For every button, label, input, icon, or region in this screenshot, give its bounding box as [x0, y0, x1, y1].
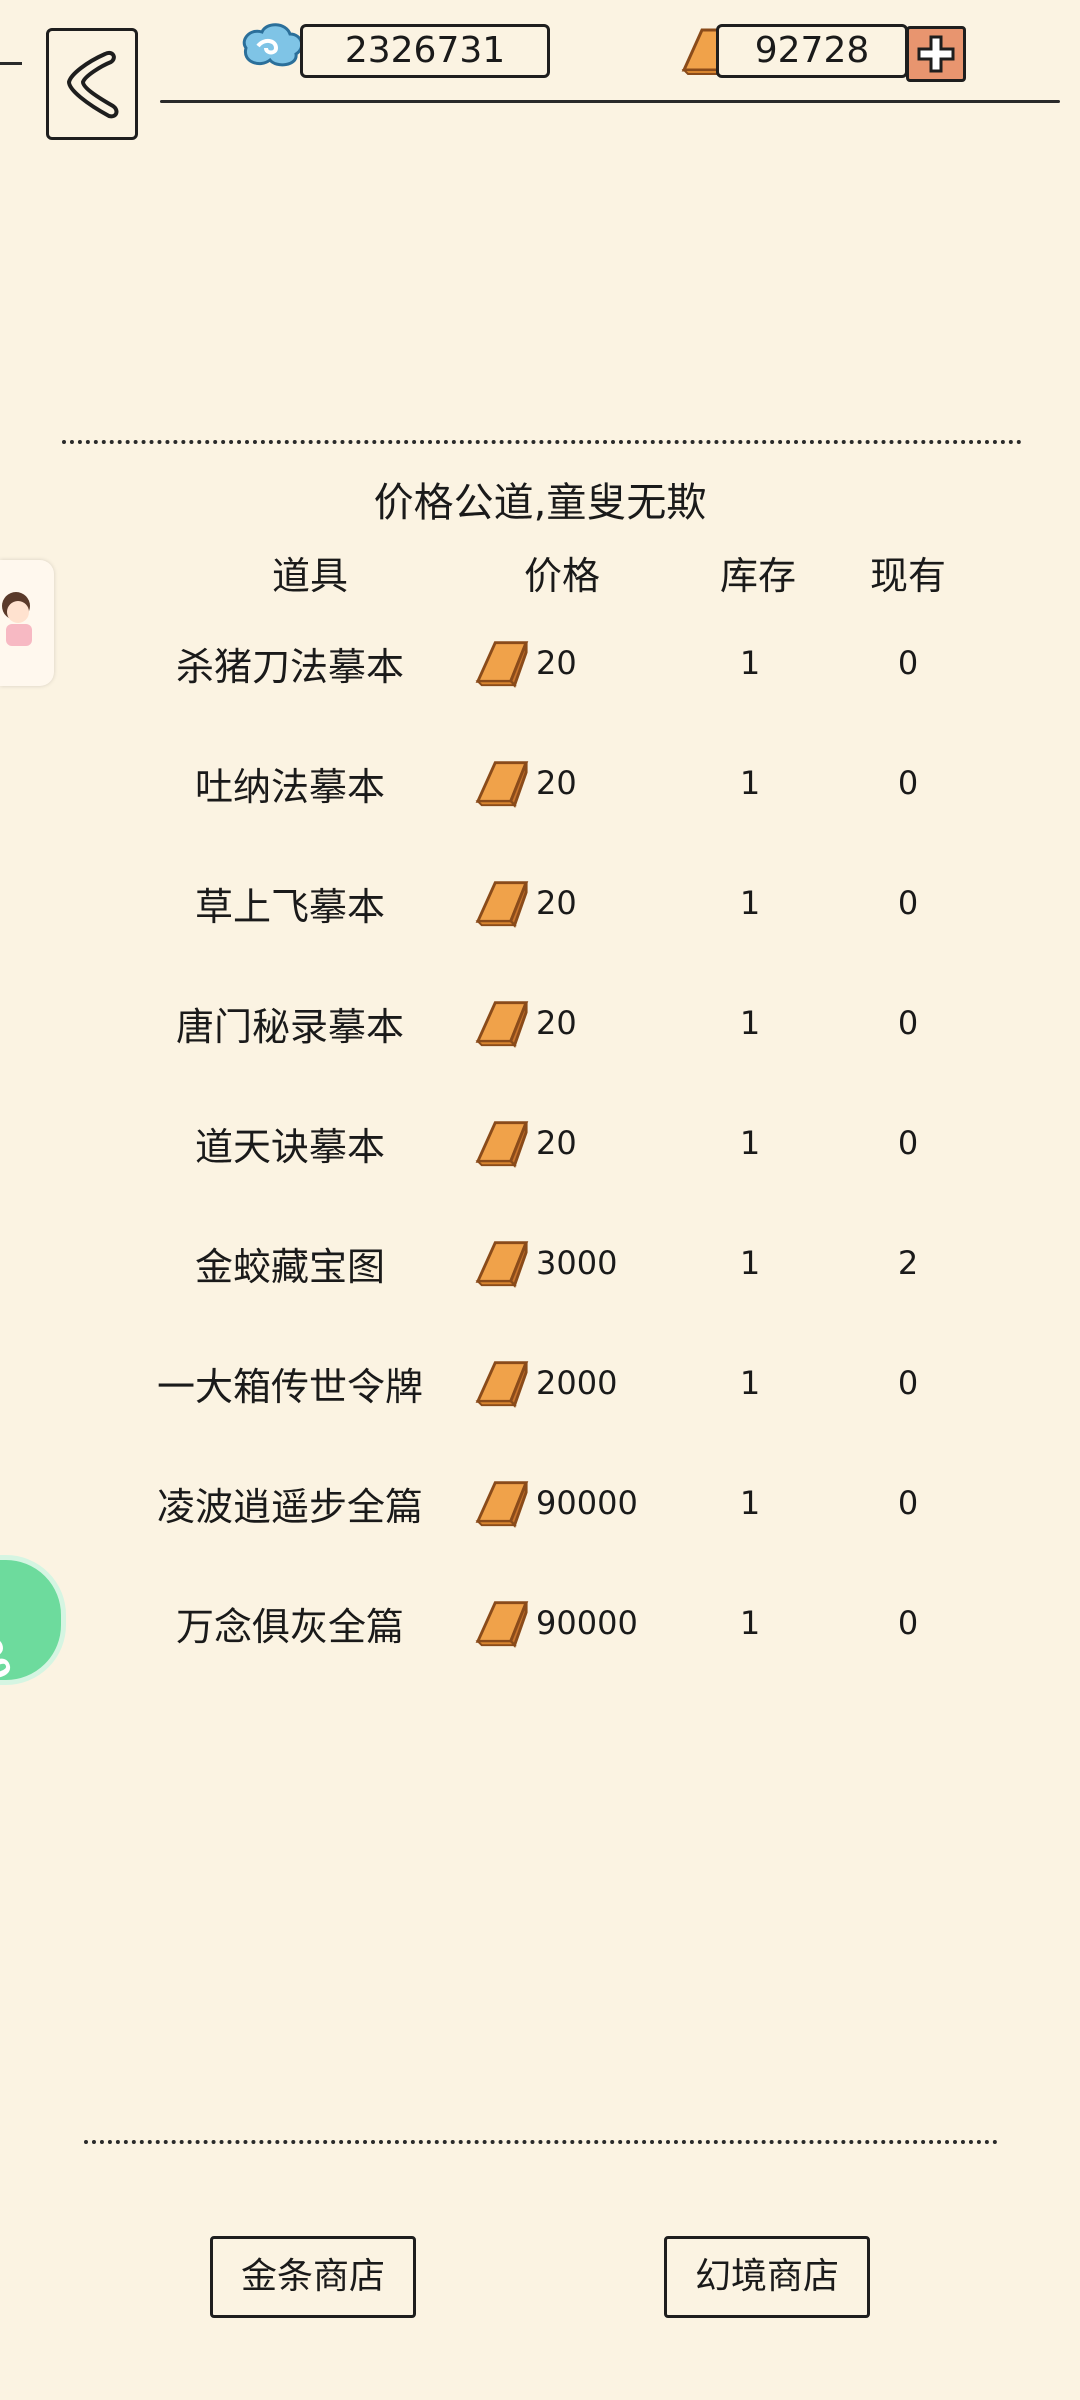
item-stock: 1: [739, 1484, 761, 1522]
item-name: 金蛟藏宝图: [194, 1245, 385, 1289]
silver-amount-box: 2326731: [300, 24, 550, 78]
shop-item-row[interactable]: 杀猪刀法摹本 20 1 0: [0, 622, 1080, 702]
item-stock: 1: [739, 1244, 761, 1282]
gold-bar-icon: [475, 641, 529, 688]
bottom-dotted-divider: [84, 2140, 998, 2144]
header-divider: [160, 100, 1060, 103]
shop-item-row[interactable]: 万念俱灰全篇 90000 1 0: [0, 1582, 1080, 1662]
item-name: 一大箱传世令牌: [156, 1365, 423, 1409]
gold-bar-icon: [475, 1481, 529, 1528]
gold-bar-icon: [475, 1241, 529, 1288]
gold-bar-icon: [475, 1601, 529, 1648]
add-gold-button[interactable]: [906, 26, 966, 82]
item-name: 道天诀摹本: [194, 1125, 385, 1169]
gold-bar-icon: [475, 761, 529, 808]
item-name: 草上飞摹本: [194, 885, 385, 929]
item-price: 3000: [536, 1244, 618, 1282]
item-name: 吐纳法摹本: [194, 765, 385, 809]
shop-item-row[interactable]: 一大箱传世令牌 2000 1 0: [0, 1342, 1080, 1422]
item-price: 20: [536, 644, 577, 682]
item-price: 20: [536, 1004, 577, 1042]
back-button[interactable]: [46, 28, 138, 140]
silver-cloud-icon: [242, 23, 304, 67]
column-header-stock: 库存: [719, 554, 796, 598]
shop-item-row[interactable]: 道天诀摹本 20 1 0: [0, 1102, 1080, 1182]
item-stock: 1: [739, 884, 761, 922]
silver-amount: 2326731: [344, 30, 506, 71]
item-owned: 0: [897, 1124, 919, 1162]
item-owned: 0: [897, 1484, 919, 1522]
item-price: 20: [536, 884, 577, 922]
gold-amount-box: 92728: [716, 24, 908, 78]
divider: [0, 62, 22, 65]
gold-amount: 92728: [754, 30, 870, 71]
shop-slogan: 价格公道,童叟无欺: [373, 480, 707, 526]
item-owned: 0: [897, 764, 919, 802]
item-owned: 0: [897, 1604, 919, 1642]
item-price: 20: [536, 1124, 577, 1162]
item-owned: 0: [897, 644, 919, 682]
column-header-price: 价格: [523, 554, 600, 598]
column-header-owned: 现有: [869, 554, 946, 598]
column-header-item: 道具: [271, 554, 348, 598]
item-stock: 1: [739, 1004, 761, 1042]
item-stock: 1: [739, 1364, 761, 1402]
shop-item-row[interactable]: 金蛟藏宝图 3000 1 2: [0, 1222, 1080, 1302]
item-owned: 0: [897, 884, 919, 922]
dream-shop-button[interactable]: 幻境商店: [664, 2236, 870, 2318]
gold-shop-label: 金条商店: [240, 2256, 385, 2297]
shop-item-row[interactable]: 凌波逍遥步全篇 90000 1 0: [0, 1462, 1080, 1542]
item-price: 90000: [536, 1604, 638, 1642]
item-price: 90000: [536, 1484, 638, 1522]
item-owned: 2: [897, 1244, 919, 1282]
item-name: 万念俱灰全篇: [175, 1605, 404, 1649]
item-stock: 1: [739, 1124, 761, 1162]
item-stock: 1: [739, 1604, 761, 1642]
gold-shop-button[interactable]: 金条商店: [210, 2236, 416, 2318]
item-owned: 0: [897, 1364, 919, 1402]
dream-shop-label: 幻境商店: [694, 2256, 839, 2297]
item-stock: 1: [739, 764, 761, 802]
item-price: 20: [536, 764, 577, 802]
shop-item-row[interactable]: 唐门秘录摹本 20 1 0: [0, 982, 1080, 1062]
plus-icon: [917, 35, 955, 73]
item-owned: 0: [897, 1004, 919, 1042]
top-dotted-divider: [62, 440, 1022, 444]
item-price: 2000: [536, 1364, 618, 1402]
shop-item-row[interactable]: 草上飞摹本 20 1 0: [0, 862, 1080, 942]
gold-bar-icon: [475, 1001, 529, 1048]
back-chevron-icon: [66, 51, 119, 119]
item-name: 杀猪刀法摹本: [175, 645, 404, 689]
item-name: 凌波逍遥步全篇: [156, 1485, 423, 1529]
gold-bar-icon: [475, 1121, 529, 1168]
item-name: 唐门秘录摹本: [175, 1005, 404, 1049]
gold-bar-icon: [475, 1361, 529, 1408]
gold-bar-icon: [475, 881, 529, 928]
shop-item-row[interactable]: 吐纳法摹本 20 1 0: [0, 742, 1080, 822]
item-stock: 1: [739, 644, 761, 682]
